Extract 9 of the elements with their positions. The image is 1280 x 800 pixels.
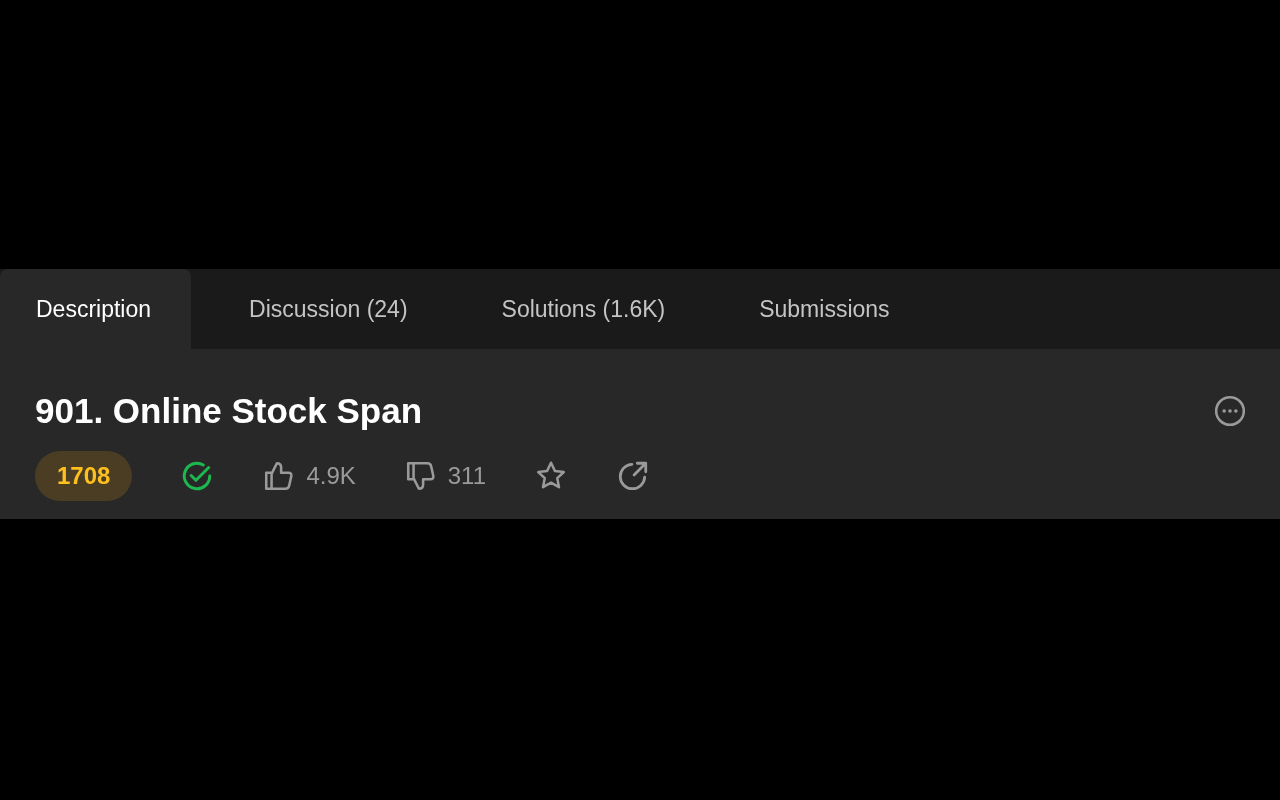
tab[interactable]: Description	[0, 269, 192, 349]
tab[interactable]: Discussion (24)	[213, 269, 444, 349]
tab[interactable]: Submissions	[723, 269, 926, 349]
rating-badge: 1708	[35, 451, 133, 501]
more-icon[interactable]	[1213, 394, 1247, 428]
like-button[interactable]: 4.9K	[262, 459, 356, 493]
tab[interactable]: Solutions (1.6K)	[465, 269, 702, 349]
problem-title: 901. Online Stock Span	[35, 391, 423, 431]
dislike-button[interactable]: 311	[403, 459, 487, 493]
